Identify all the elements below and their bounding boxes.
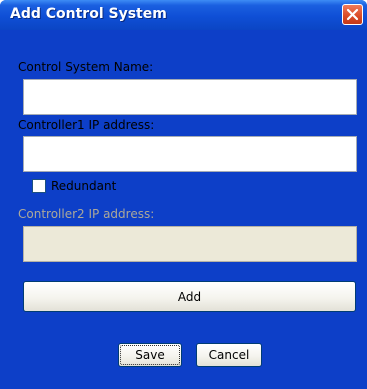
controller2-ip-input [23,226,357,262]
cancel-button[interactable]: Cancel [196,343,262,367]
close-button[interactable] [342,4,363,25]
controller1-ip-label: Controller1 IP address: [18,118,155,132]
save-button[interactable]: Save [118,343,182,367]
close-icon [346,8,359,21]
control-system-name-label: Control System Name: [18,60,154,74]
controller2-ip-label: Controller2 IP address: [18,207,155,221]
dialog-title: Add Control System [10,6,167,22]
redundant-label[interactable]: Redundant [51,179,116,193]
redundant-checkbox[interactable] [32,179,46,193]
title-bar[interactable]: Add Control System [0,0,367,30]
controller1-ip-input[interactable] [23,136,357,172]
control-system-name-input[interactable] [23,79,357,115]
dialog-window: Add Control System [0,0,367,389]
add-button[interactable]: Add [23,281,356,312]
